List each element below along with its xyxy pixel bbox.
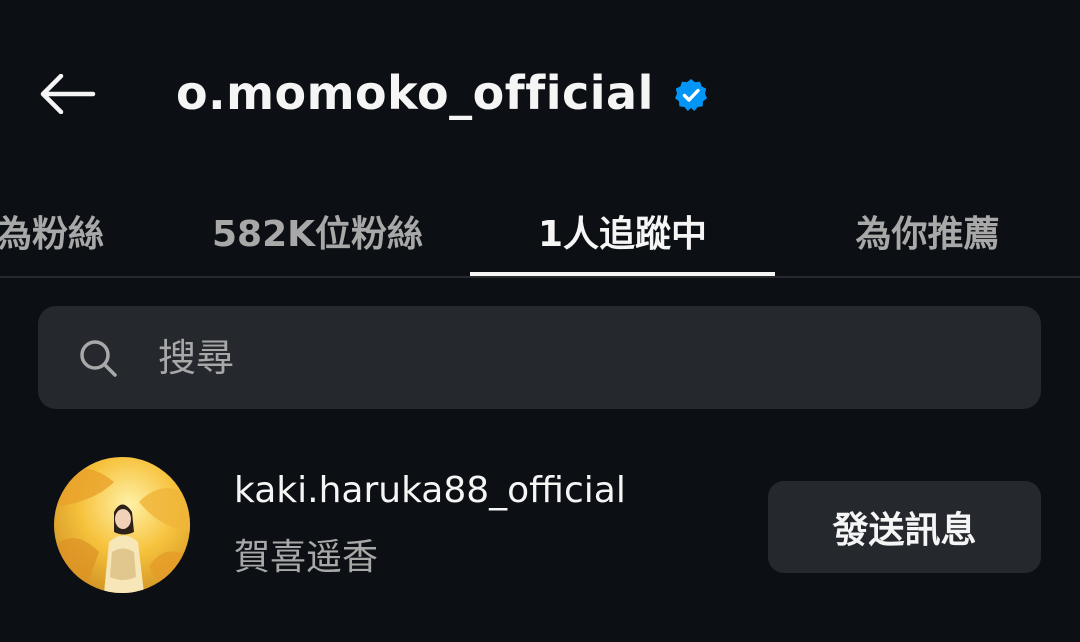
header: o.momoko_official <box>0 0 1080 185</box>
search-input[interactable] <box>156 334 920 381</box>
title-group: o.momoko_official <box>176 60 708 126</box>
list-item-username[interactable]: kaki.haruka88_official <box>234 470 626 511</box>
page-title: o.momoko_official <box>176 66 654 120</box>
search-icon <box>78 338 118 378</box>
tab-mutual-followers[interactable]: 同為粉絲 <box>0 185 160 277</box>
verified-badge-icon <box>674 78 708 112</box>
tab-bar: 同為粉絲 582K位粉絲 1人追蹤中 為你推薦 <box>0 185 1080 277</box>
search-bar[interactable] <box>38 306 1041 409</box>
tab-followers[interactable]: 582K位粉絲 <box>190 185 445 277</box>
tabs-divider <box>0 276 1080 278</box>
arrow-left-icon <box>39 73 97 118</box>
back-button[interactable] <box>36 66 100 126</box>
avatar[interactable] <box>54 457 190 593</box>
list-item[interactable]: kaki.haruka88_official 賀喜遥香 發送訊息 <box>0 440 1080 610</box>
following-page: o.momoko_official 同為粉絲 582K位粉絲 1人追蹤中 為你推… <box>0 0 1080 642</box>
tab-suggested[interactable]: 為你推薦 <box>800 185 1055 277</box>
send-message-button[interactable]: 發送訊息 <box>768 481 1041 573</box>
list-item-full-name: 賀喜遥香 <box>234 537 379 578</box>
tab-following[interactable]: 1人追蹤中 <box>470 185 775 277</box>
